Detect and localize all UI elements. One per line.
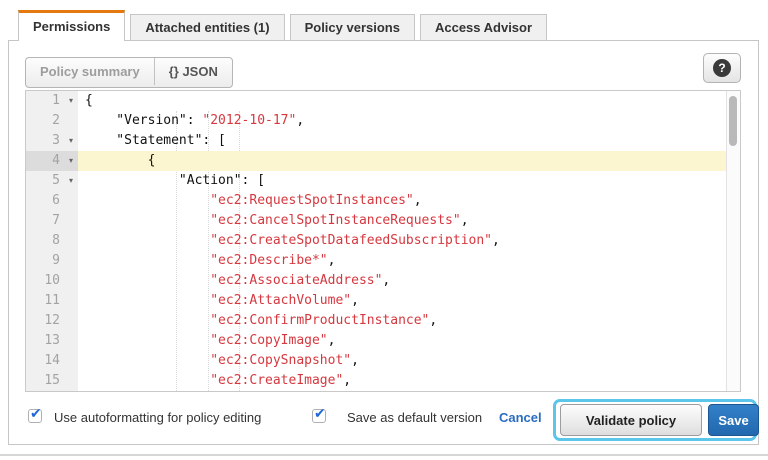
editor-scrollbar[interactable] [726, 91, 740, 391]
json-plain-token: , [296, 113, 304, 128]
json-string-token: "ec2:CreateImage" [210, 373, 343, 388]
gutter-line-number: 5▾ [26, 171, 78, 191]
checkmark-icon: ✔ [30, 406, 42, 422]
json-plain-token [85, 213, 210, 228]
gutter-line-number: 11 [26, 291, 78, 311]
gutter-line-number: 15 [26, 371, 78, 391]
json-plain-token [85, 333, 210, 348]
code-line[interactable]: "ec2:CopyImage", [78, 331, 727, 351]
json-plain-token [85, 253, 210, 268]
json-string-token: "ec2:ConfirmProductInstance" [210, 313, 429, 328]
json-plain-token: "Statement": [ [85, 133, 226, 148]
json-plain-token: , [343, 373, 351, 388]
gutter-line-number: 13 [26, 331, 78, 351]
help-button[interactable]: ? [703, 53, 741, 83]
tab-permissions[interactable]: Permissions [18, 10, 125, 41]
json-plain-token [85, 273, 210, 288]
view-toggle: Policy summary {} JSON [25, 57, 233, 88]
code-line[interactable]: "Version": "2012-10-17", [78, 111, 727, 131]
json-string-token: "ec2:CopyImage" [210, 333, 327, 348]
json-plain-token: , [414, 193, 422, 208]
code-line[interactable]: "ec2:CancelSpotInstanceRequests", [78, 211, 727, 231]
json-string-token: "ec2:RequestSpotInstances" [210, 193, 414, 208]
autoformat-checkbox[interactable]: ✔ [28, 409, 42, 423]
json-string-token: "ec2:AssociateAddress" [210, 273, 382, 288]
fold-toggle-icon[interactable]: ▾ [69, 151, 73, 171]
json-plain-token: { [85, 153, 155, 168]
tab-attached-entities[interactable]: Attached entities (1) [130, 14, 284, 41]
cancel-link[interactable]: Cancel [499, 410, 542, 425]
json-string-token: "ec2:Describe*" [210, 253, 327, 268]
gutter-line-number: 2 [26, 111, 78, 131]
gutter-line-number: 14 [26, 351, 78, 371]
json-string-token: "ec2:AttachVolume" [210, 293, 351, 308]
json-string-token: "ec2:CancelSpotInstanceRequests" [210, 213, 460, 228]
page-divider [0, 454, 768, 456]
gutter-line-number: 9 [26, 251, 78, 271]
json-plain-token [85, 313, 210, 328]
gutter-line-number: 7 [26, 211, 78, 231]
code-line[interactable]: "Action": [ [78, 171, 727, 191]
checkmark-icon: ✔ [314, 406, 326, 422]
code-line[interactable]: "ec2:CreateImage", [78, 371, 727, 391]
question-mark-icon: ? [713, 59, 731, 77]
json-plain-token [85, 193, 210, 208]
code-line[interactable]: "ec2:Describe*", [78, 251, 727, 271]
policy-editor-panel: Policy summary {} JSON ? 1▾23▾4▾5▾678910… [8, 40, 759, 445]
json-plain-token: "Action": [ [85, 173, 265, 188]
save-button[interactable]: Save [708, 404, 759, 436]
json-button[interactable]: {} JSON [155, 58, 232, 85]
json-plain-token: , [351, 353, 359, 368]
json-plain-token [85, 233, 210, 248]
code-line[interactable]: "ec2:CopySnapshot", [78, 351, 727, 371]
policy-summary-button[interactable]: Policy summary [26, 58, 155, 85]
json-plain-token: , [492, 233, 500, 248]
code-line[interactable]: { [78, 151, 727, 171]
gutter-line-number: 6 [26, 191, 78, 211]
gutter-line-number: 3▾ [26, 131, 78, 151]
json-code-editor[interactable]: 1▾23▾4▾5▾6789101112131415 { "Version": "… [25, 90, 741, 392]
fold-toggle-icon[interactable]: ▾ [69, 91, 73, 111]
code-line[interactable]: "ec2:AttachVolume", [78, 291, 727, 311]
json-plain-token: "Version": [85, 113, 202, 128]
json-string-token: "ec2:CreateSpotDatafeedSubscription" [210, 233, 492, 248]
json-plain-token: , [351, 293, 359, 308]
json-plain-token [85, 353, 210, 368]
code-line[interactable]: "ec2:AssociateAddress", [78, 271, 727, 291]
code-line[interactable]: "Statement": [ [78, 131, 727, 151]
code-line[interactable]: { [78, 91, 727, 111]
gutter-line-number: 1▾ [26, 91, 78, 111]
code-line[interactable]: "ec2:CreateSpotDatafeedSubscription", [78, 231, 727, 251]
line-number-gutter: 1▾23▾4▾5▾6789101112131415 [26, 91, 78, 391]
default-version-label: Save as default version [347, 410, 482, 425]
json-plain-token: , [382, 273, 390, 288]
json-string-token: "2012-10-17" [202, 113, 296, 128]
tab-policy-versions[interactable]: Policy versions [290, 14, 415, 41]
gutter-line-number: 4▾ [26, 151, 78, 171]
code-area[interactable]: { "Version": "2012-10-17", "Statement": … [78, 91, 727, 391]
fold-toggle-icon[interactable]: ▾ [69, 171, 73, 191]
gutter-line-number: 8 [26, 231, 78, 251]
gutter-line-number: 10 [26, 271, 78, 291]
json-plain-token [85, 293, 210, 308]
json-plain-token: , [328, 333, 336, 348]
code-line[interactable]: "ec2:ConfirmProductInstance", [78, 311, 727, 331]
code-line[interactable]: "ec2:RequestSpotInstances", [78, 191, 727, 211]
gutter-line-number: 12 [26, 311, 78, 331]
json-plain-token: , [429, 313, 437, 328]
scrollbar-thumb[interactable] [729, 96, 737, 146]
tab-bar: PermissionsAttached entities (1)Policy v… [18, 10, 547, 41]
autoformat-label: Use autoformatting for policy editing [54, 410, 261, 425]
json-plain-token: , [461, 213, 469, 228]
json-plain-token: , [328, 253, 336, 268]
json-plain-token [85, 373, 210, 388]
validate-policy-button[interactable]: Validate policy [560, 404, 702, 436]
tab-access-advisor[interactable]: Access Advisor [420, 14, 547, 41]
default-version-checkbox[interactable]: ✔ [312, 409, 326, 423]
fold-toggle-icon[interactable]: ▾ [69, 131, 73, 151]
json-plain-token: { [85, 93, 93, 108]
editor-footer: ✔ Use autoformatting for policy editing … [9, 399, 758, 443]
json-string-token: "ec2:CopySnapshot" [210, 353, 351, 368]
